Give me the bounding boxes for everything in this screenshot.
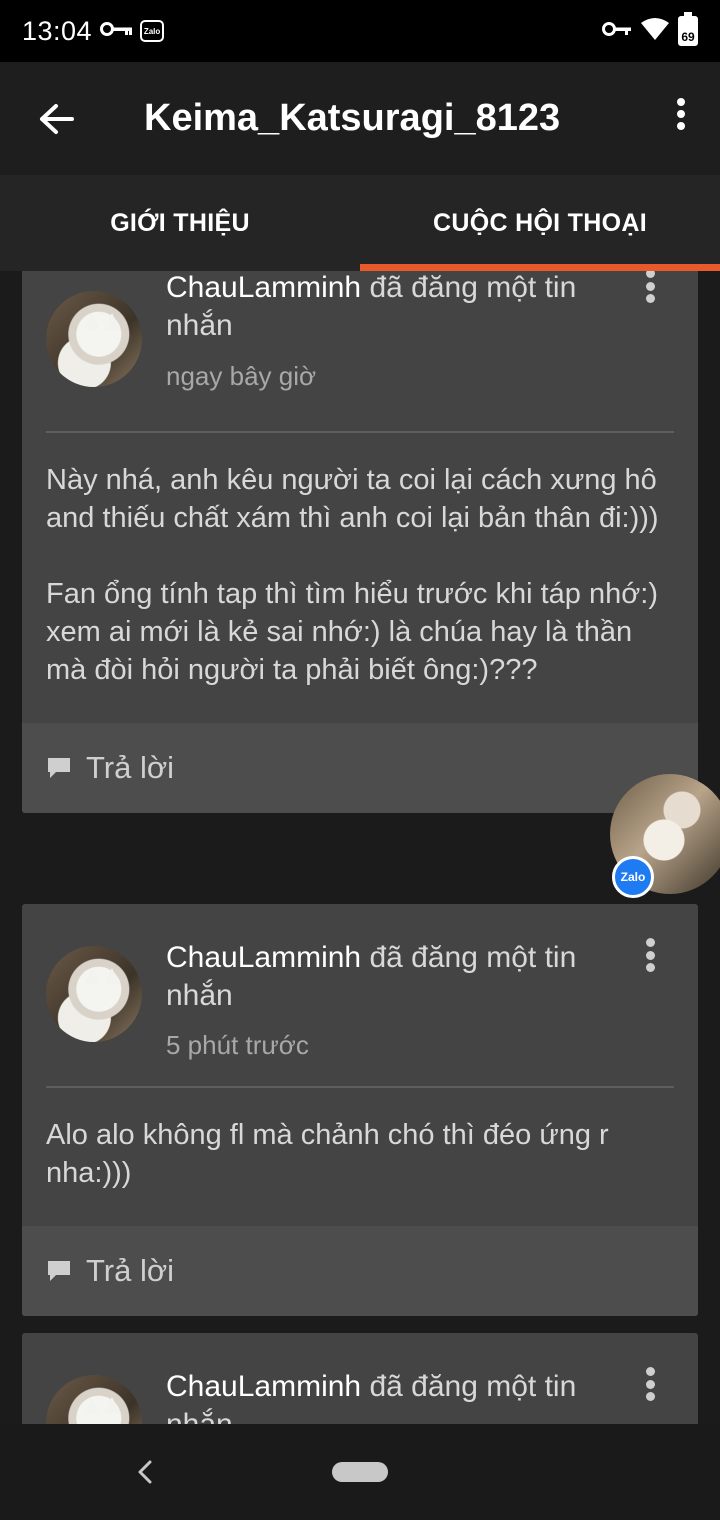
post-title: ChauLamminh đã đăng một tin nhắn bbox=[166, 271, 616, 345]
tab-conversations[interactable]: CUỘC HỘI THOẠI bbox=[360, 175, 720, 271]
post-body: Này nhá, anh kêu người ta coi lại cách x… bbox=[22, 433, 698, 723]
reply-label: Trả lời bbox=[86, 1253, 175, 1288]
divider bbox=[46, 1086, 674, 1088]
post-more-button[interactable] bbox=[644, 271, 656, 303]
post-timestamp: 5 phút trước bbox=[166, 1030, 309, 1060]
reply-button[interactable]: Trả lời bbox=[46, 750, 174, 786]
avatar[interactable] bbox=[46, 1375, 142, 1424]
author-name[interactable]: ChauLamminh bbox=[166, 1370, 361, 1403]
post-card: ChauLamminh đã đăng một tin nhắn ngay bâ… bbox=[22, 271, 698, 813]
app-bar: Keima_Katsuragi_8123 bbox=[0, 62, 720, 175]
back-button[interactable] bbox=[0, 62, 112, 175]
post-header: ChauLamminh đã đăng một tin nhắn ngay bâ… bbox=[22, 271, 698, 433]
wifi-icon bbox=[640, 17, 670, 46]
tab-bar: GIỚI THIỆU CUỘC HỘI THOẠI bbox=[0, 175, 720, 271]
more-vertical-icon bbox=[677, 98, 685, 130]
post-card: ChauLamminh đã đăng một tin nhắn bbox=[22, 1333, 698, 1424]
avatar[interactable] bbox=[46, 291, 142, 387]
post-header: ChauLamminh đã đăng một tin nhắn 5 phút … bbox=[22, 904, 698, 1088]
status-bar: 13:04 Zalo 69 bbox=[0, 0, 720, 62]
zalo-icon: Zalo bbox=[140, 20, 165, 42]
author-name[interactable]: ChauLamminh bbox=[166, 271, 361, 304]
reply-label: Trả lời bbox=[86, 750, 175, 785]
chat-head-bubble[interactable]: Zalo bbox=[610, 774, 720, 898]
vpn-key-icon bbox=[100, 21, 134, 42]
battery-level: 69 bbox=[681, 30, 695, 44]
comment-icon bbox=[48, 758, 70, 778]
author-name[interactable]: ChauLamminh bbox=[166, 941, 361, 974]
post-more-button[interactable] bbox=[644, 938, 656, 972]
battery-icon: 69 bbox=[678, 12, 698, 46]
post-paragraph: Alo alo không fl mà chảnh chó thì đéo ứn… bbox=[46, 1119, 609, 1189]
post-timestamp: ngay bây giờ bbox=[166, 361, 317, 391]
chevron-left-icon bbox=[138, 1460, 152, 1484]
post-title: ChauLamminh đã đăng một tin nhắn bbox=[166, 1368, 616, 1424]
nav-back-button[interactable] bbox=[130, 1452, 160, 1492]
system-nav-bar bbox=[0, 1424, 720, 1520]
status-time: 13:04 bbox=[22, 15, 93, 46]
arrow-left-icon bbox=[40, 103, 74, 134]
post-more-button[interactable] bbox=[644, 1367, 656, 1401]
more-options-button[interactable] bbox=[666, 98, 696, 138]
tab-about[interactable]: GIỚI THIỆU bbox=[0, 175, 360, 271]
post-paragraph: Fan ổng tính tap thì tìm hiểu trước khi … bbox=[46, 578, 658, 686]
post-header: ChauLamminh đã đăng một tin nhắn bbox=[22, 1333, 698, 1424]
home-button[interactable] bbox=[332, 1462, 388, 1482]
divider bbox=[46, 431, 674, 433]
avatar[interactable] bbox=[46, 946, 142, 1042]
zalo-badge-icon: Zalo bbox=[612, 856, 654, 898]
reply-button[interactable]: Trả lời bbox=[46, 1253, 174, 1289]
key-icon bbox=[602, 21, 632, 42]
post-card: ChauLamminh đã đăng một tin nhắn 5 phút … bbox=[22, 904, 698, 1316]
post-footer: Trả lời bbox=[22, 723, 698, 813]
page-title: Keima_Katsuragi_8123 bbox=[144, 97, 561, 139]
post-paragraph: Này nhá, anh kêu người ta coi lại cách x… bbox=[46, 464, 659, 534]
post-body: Alo alo không fl mà chảnh chó thì đéo ứn… bbox=[22, 1088, 698, 1226]
post-footer: Trả lời bbox=[22, 1226, 698, 1316]
comment-icon bbox=[48, 1261, 70, 1281]
post-title: ChauLamminh đã đăng một tin nhắn bbox=[166, 939, 616, 1015]
